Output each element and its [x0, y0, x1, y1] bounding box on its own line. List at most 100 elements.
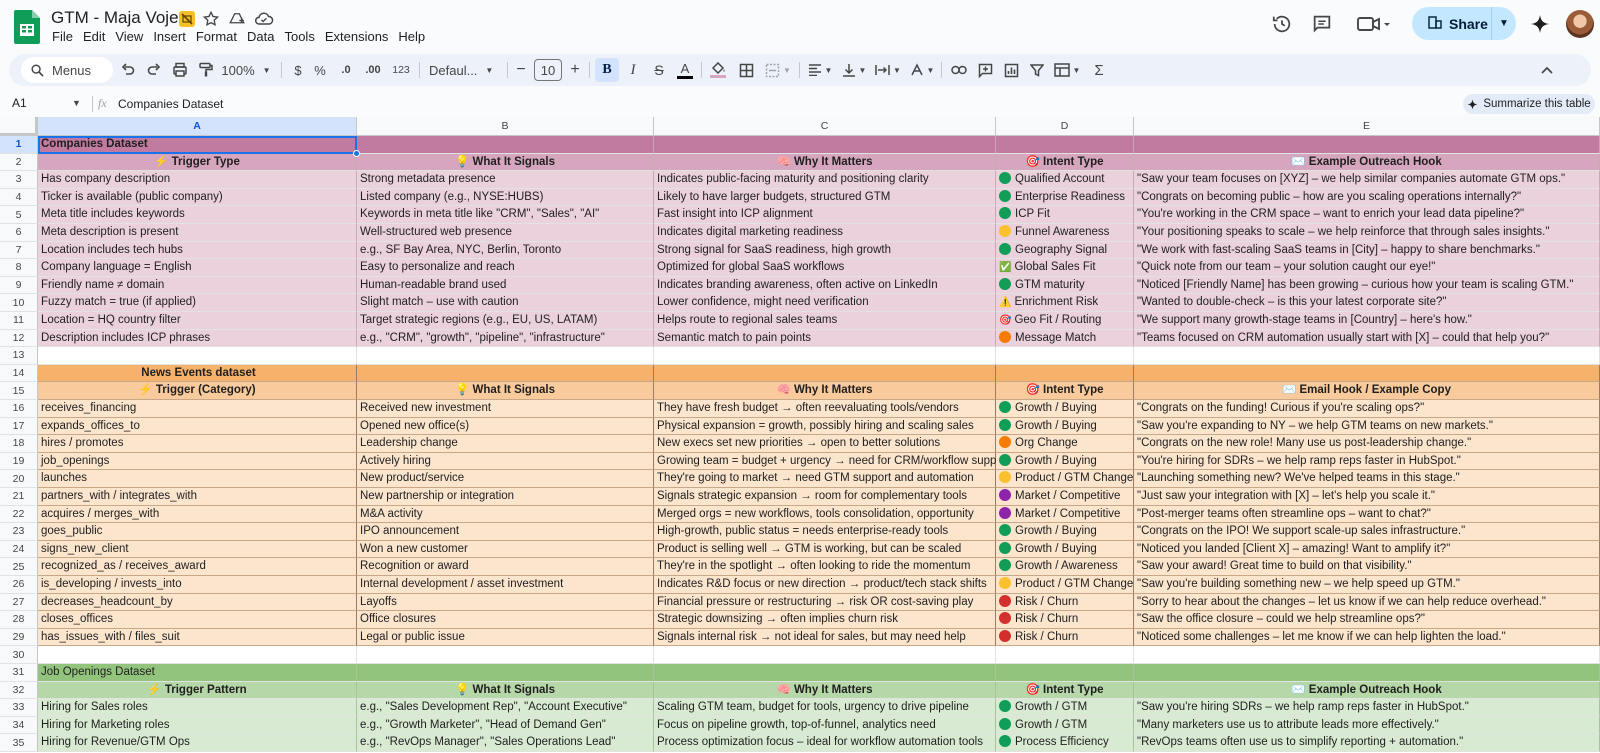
cell[interactable]: Won a new customer — [357, 540, 654, 559]
cell[interactable] — [38, 646, 357, 664]
insert-chart-icon[interactable] — [999, 58, 1023, 82]
cell[interactable]: "Saw you're hiring SDRs – we help ramp r… — [1134, 699, 1600, 717]
cell[interactable]: acquires / merges_with — [38, 505, 357, 524]
font-size-input[interactable]: 10 — [534, 58, 562, 82]
cell[interactable]: "Saw you're building something new – we … — [1134, 576, 1600, 594]
row-header[interactable]: 32 — [0, 681, 38, 700]
cell[interactable]: goes_public — [38, 523, 357, 541]
cell[interactable]: Indicates public-facing maturity and pos… — [654, 171, 996, 189]
cell[interactable]: Hiring for Marketing roles — [38, 716, 357, 735]
cell[interactable]: "Your positioning speaks to scale – we h… — [1134, 224, 1600, 242]
cell[interactable]: Internal development / asset investment — [357, 576, 654, 594]
cell[interactable]: 🎯 Intent Type — [996, 681, 1134, 700]
cell[interactable]: job_openings — [38, 452, 357, 471]
cell[interactable]: "You're working in the CRM space – want … — [1134, 206, 1600, 224]
column-header-b[interactable]: B — [357, 117, 654, 136]
row-header[interactable]: 24 — [0, 540, 38, 559]
menu-insert[interactable]: Insert — [148, 28, 191, 45]
cell[interactable]: expands_offices_to — [38, 417, 357, 436]
cell[interactable]: Listed company (e.g., NYSE:HUBS) — [357, 188, 654, 207]
cell[interactable]: e.g., SF Bay Area, NYC, Berlin, Toronto — [357, 241, 654, 260]
cell[interactable]: They're going to market → need GTM suppo… — [654, 470, 996, 488]
cell[interactable]: "Noticed you landed [Client X] – amazing… — [1134, 540, 1600, 559]
row-header[interactable]: 12 — [0, 329, 38, 348]
meet-video-icon[interactable] — [1354, 10, 1394, 38]
row-header[interactable]: 26 — [0, 576, 38, 594]
redo-icon[interactable] — [143, 58, 165, 82]
cell[interactable]: Physical expansion = growth, possibly hi… — [654, 417, 996, 436]
cell[interactable]: Human-readable brand used — [357, 276, 654, 295]
cell[interactable]: Growth / GTM — [996, 716, 1134, 735]
sheets-logo-icon[interactable] — [14, 10, 40, 44]
cell[interactable]: Meta title includes keywords — [38, 206, 357, 224]
cell[interactable]: Indicates digital marketing readiness — [654, 224, 996, 242]
text-wrapping-icon[interactable]: ▼ — [873, 58, 903, 82]
cell[interactable]: "Saw you're expanding to NY – we help GT… — [1134, 417, 1600, 436]
filter-views-icon[interactable]: ▼ — [1051, 58, 1083, 82]
cell[interactable]: 🧠 Why It Matters — [654, 153, 996, 172]
font-size-value[interactable]: 10 — [534, 59, 562, 81]
cell[interactable]: ⚡ Trigger (Category) — [38, 382, 357, 400]
cell[interactable]: "Saw your award! Great time to build on … — [1134, 558, 1600, 576]
row-header[interactable]: 7 — [0, 241, 38, 260]
cell[interactable] — [654, 364, 996, 383]
cell[interactable]: launches — [38, 470, 357, 488]
cell[interactable]: Strategic downsizing → often implies chu… — [654, 611, 996, 629]
insert-comment-icon[interactable] — [973, 58, 997, 82]
cell[interactable]: e.g., "Growth Marketer", "Head of Demand… — [357, 716, 654, 735]
cell[interactable]: Indicates R&D focus or new direction → p… — [654, 576, 996, 594]
row-header[interactable]: 10 — [0, 294, 38, 312]
cell[interactable]: Signals internal risk → not ideal for sa… — [654, 628, 996, 647]
cell[interactable]: Friendly name ≠ domain — [38, 276, 357, 295]
menu-tools[interactable]: Tools — [279, 28, 319, 45]
cell[interactable]: Likely to have larger budgets, structure… — [654, 188, 996, 207]
undo-icon[interactable] — [117, 58, 139, 82]
cell[interactable]: Process Efficiency — [996, 734, 1134, 752]
document-title[interactable]: GTM - Maja Voje — [51, 8, 179, 28]
cell[interactable]: Slight match – use with caution — [357, 294, 654, 312]
cell[interactable]: "Congrats on becoming public – how are y… — [1134, 188, 1600, 207]
row-header[interactable]: 4 — [0, 188, 38, 207]
currency-format-button[interactable]: $ — [289, 58, 307, 82]
cell[interactable]: Job Openings Dataset — [38, 664, 357, 682]
cell[interactable]: Hiring for Sales roles — [38, 699, 357, 717]
row-header[interactable]: 29 — [0, 628, 38, 647]
cell[interactable]: "We work with fast-scaling SaaS teams in… — [1134, 241, 1600, 260]
cell[interactable]: Financial pressure or restructuring → ri… — [654, 593, 996, 612]
row-header[interactable]: 25 — [0, 558, 38, 576]
cell[interactable]: ✅ Global Sales Fit — [996, 259, 1134, 277]
cell[interactable]: Growth / Buying — [996, 540, 1134, 559]
cell[interactable]: 🧠 Why It Matters — [654, 382, 996, 400]
text-color-button[interactable]: A — [673, 58, 697, 82]
menu-data[interactable]: Data — [242, 28, 279, 45]
cell[interactable]: Signals strategic expansion → room for c… — [654, 488, 996, 506]
row-header[interactable]: 2 — [0, 153, 38, 172]
cell[interactable] — [654, 347, 996, 365]
row-header[interactable]: 28 — [0, 611, 38, 629]
cell[interactable]: ICP Fit — [996, 206, 1134, 224]
cell[interactable] — [357, 347, 654, 365]
functions-icon[interactable]: Σ — [1087, 58, 1111, 82]
row-header[interactable]: 5 — [0, 206, 38, 224]
cell[interactable]: Strong metadata presence — [357, 171, 654, 189]
row-header[interactable]: 19 — [0, 452, 38, 471]
cell[interactable]: Layoffs — [357, 593, 654, 612]
row-header[interactable]: 3 — [0, 171, 38, 189]
fill-handle[interactable] — [353, 150, 360, 157]
cell[interactable] — [1134, 364, 1600, 383]
cell[interactable]: Well-structured web presence — [357, 224, 654, 242]
cell[interactable]: Funnel Awareness — [996, 224, 1134, 242]
vertical-align-icon[interactable]: ▼ — [839, 58, 869, 82]
cell[interactable]: "Teams focused on CRM automation usually… — [1134, 329, 1600, 348]
summarize-table-button[interactable]: Summarize this table — [1463, 94, 1595, 114]
gemini-sparkle-icon[interactable] — [1526, 10, 1554, 38]
cell[interactable]: Product / GTM Change — [996, 470, 1134, 488]
cell[interactable]: "Noticed [Friendly Name] has been growin… — [1134, 276, 1600, 295]
cell[interactable]: New execs set new priorities → open to b… — [654, 435, 996, 453]
cell[interactable] — [996, 136, 1134, 154]
cell[interactable]: "Launching something new? We've helped t… — [1134, 470, 1600, 488]
cell[interactable]: 🎯 Intent Type — [996, 382, 1134, 400]
cell[interactable]: M&A activity — [357, 505, 654, 524]
comments-icon[interactable] — [1308, 10, 1336, 38]
cell[interactable]: "We support many growth-stage teams in [… — [1134, 312, 1600, 330]
